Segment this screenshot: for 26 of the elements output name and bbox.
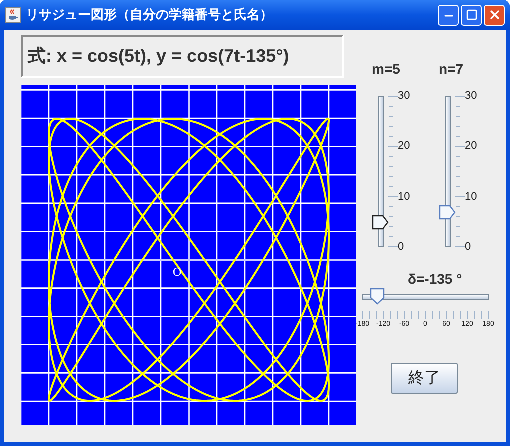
maximize-icon [466,9,478,21]
tick-label: 10 [398,192,410,202]
slider-track[interactable] [378,96,384,247]
tick-label: 30 [398,91,410,101]
slider-value-label: n=7 [439,60,464,78]
maximize-button[interactable] [461,4,482,26]
exit-button[interactable]: 終了 [391,363,458,394]
tick-label: 30 [465,91,478,101]
tick-label: 0 [465,242,472,252]
tick-label: 10 [465,192,478,202]
tick-label: 20 [465,141,478,152]
window-title: リサジュー図形（自分の学籍番号と氏名） [26,6,273,24]
close-button[interactable] [484,4,505,26]
tick-label: 20 [398,141,410,152]
delta-value-label: δ=-135 ° [408,270,464,288]
cup-icon [5,7,21,23]
tick-label: 0 [398,242,406,252]
close-icon [488,8,502,22]
minimize-button[interactable] [438,4,459,26]
slider-track[interactable] [445,96,451,247]
slider-thumb[interactable] [372,214,389,230]
slider-thumb[interactable] [439,204,456,220]
slider-thumb[interactable] [370,288,386,305]
slider-value-label: m=5 [372,60,400,78]
formula-display: 式: x = cos(5t), y = cos(7t-135°) [21,35,344,78]
origin-label: O [173,266,182,278]
